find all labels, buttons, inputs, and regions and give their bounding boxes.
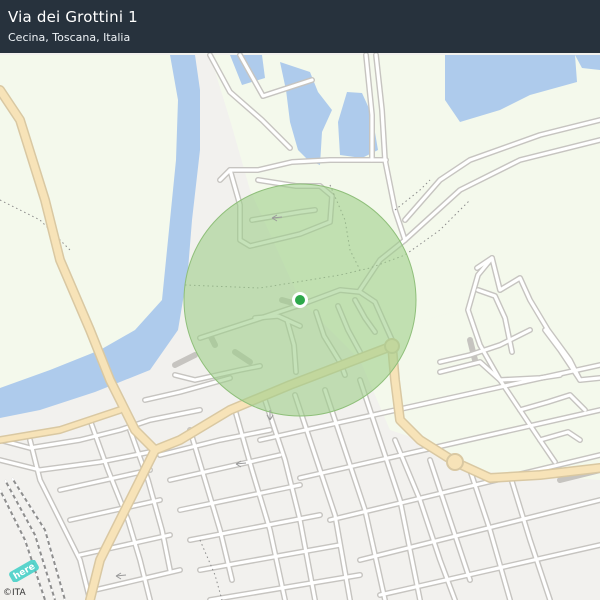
address-subtitle: Cecina, Toscana, Italia	[8, 31, 131, 44]
here-logo: here	[9, 560, 39, 582]
copyright-text: ©ITA	[3, 588, 26, 598]
map-canvas[interactable]	[0, 0, 600, 600]
location-marker[interactable]	[292, 292, 308, 308]
location-header: Via dei Grottini 1 Cecina, Toscana, Ital…	[0, 0, 600, 53]
address-title: Via dei Grottini 1	[8, 8, 138, 26]
